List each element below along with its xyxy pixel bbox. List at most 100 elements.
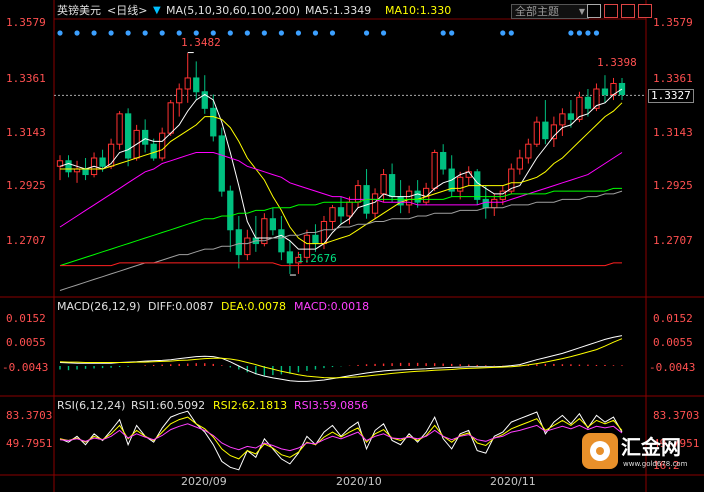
candle-body	[533, 121, 540, 145]
rsi3-label: RSI3:59.0856	[294, 399, 369, 412]
candle-body	[210, 107, 217, 137]
candle-body	[440, 151, 447, 170]
low-label: 1.2676	[297, 252, 337, 265]
ma-line-ma200	[60, 262, 622, 267]
candle-body	[388, 174, 396, 198]
candle-body	[176, 88, 183, 104]
candle-body	[150, 143, 157, 159]
signal-dot	[210, 30, 216, 36]
candle-body	[329, 207, 336, 222]
price-tick-left: 1.3361	[6, 72, 46, 85]
candle-body	[167, 102, 174, 134]
candle-body	[584, 96, 592, 109]
macd-tick-right: 0.0152	[653, 312, 693, 325]
signal-dot	[227, 30, 233, 36]
rsi-tick-right: 83.3703	[653, 409, 700, 422]
signal-dot	[449, 30, 455, 36]
signal-dot	[91, 30, 97, 36]
candle-body	[601, 88, 609, 96]
period-tab[interactable]: <日线>	[107, 5, 147, 17]
rsi-line-rsi2	[59, 416, 623, 460]
candle-body	[269, 218, 277, 231]
price-tick-right: 1.3579	[653, 16, 693, 29]
candle-body	[124, 113, 132, 159]
candle-body	[320, 220, 328, 245]
price-tick-right: 1.2707	[653, 234, 693, 247]
watermark-url: www.gold678.com	[623, 460, 688, 468]
candle-body	[346, 201, 353, 217]
macd-tick-right: -0.0043	[649, 361, 696, 374]
ma-line-ma5	[59, 88, 623, 250]
rsi-tick-left: 49.7951	[6, 437, 53, 450]
signal-dot	[500, 30, 506, 36]
signal-dot	[193, 30, 199, 36]
candle-body	[278, 229, 285, 253]
chevron-down-icon: ▼	[578, 7, 585, 16]
macd-tick-left: 0.0152	[6, 312, 46, 325]
theme-select-label: 全部主题	[515, 5, 559, 18]
macd-tick-left: 0.0055	[6, 336, 46, 349]
macd-dea-line	[59, 338, 623, 379]
candle-body	[82, 168, 89, 176]
current-price-badge: 1.3327	[648, 89, 694, 103]
signal-dot	[363, 30, 370, 36]
price-tick-right: 1.2925	[653, 179, 693, 192]
rsi1-label: RSI1:60.5092	[131, 399, 206, 412]
logo-icon	[582, 433, 618, 469]
macd-tick-left: -0.0043	[2, 361, 49, 374]
price-tick-right: 1.3361	[653, 72, 693, 85]
signal-dot	[568, 30, 574, 36]
candle-body	[457, 176, 464, 192]
price-tick-right: 1.3143	[653, 126, 693, 139]
macd-diff-label: DIFF:0.0087	[148, 300, 214, 313]
signal-dot	[57, 30, 63, 36]
candle-body	[482, 198, 489, 209]
candle-body	[491, 198, 498, 209]
price-tick-left: 1.3579	[6, 16, 46, 29]
candle-body	[193, 77, 200, 93]
signal-dot	[142, 30, 148, 36]
candle-body	[312, 234, 319, 245]
x-label: 2020/09	[181, 475, 227, 488]
rsi-tick-left: 83.3703	[6, 409, 53, 422]
signal-dot	[108, 30, 114, 36]
candle-body	[65, 160, 72, 173]
candle-body	[371, 193, 379, 214]
macd-value-label: MACD:0.0018	[294, 300, 370, 313]
rsi2-label: RSI2:62.1813	[213, 399, 288, 412]
chart-canvas	[0, 0, 704, 492]
macd-tick-right: 0.0055	[653, 336, 693, 349]
candle-body	[159, 132, 166, 159]
symbol-label: 英镑美元	[57, 4, 101, 17]
signal-dot	[576, 30, 583, 36]
candle-body	[414, 190, 421, 203]
macd-title: MACD(26,12,9)	[57, 300, 141, 313]
candle-body	[184, 77, 191, 90]
recent-high-label: 1.3398	[597, 56, 637, 69]
signal-dot	[440, 30, 446, 36]
candle-body	[567, 113, 575, 120]
signal-dot	[585, 30, 591, 36]
square-grid-icon[interactable]	[587, 4, 601, 18]
dropdown-icon[interactable]: ▼	[153, 5, 161, 17]
x-label: 2020/11	[490, 475, 536, 488]
candle-body	[227, 190, 234, 231]
macd-dea-label: DEA:0.0078	[221, 300, 286, 313]
candle-body	[516, 157, 523, 170]
multi-panel-icon[interactable]	[638, 4, 652, 18]
candle-body	[235, 229, 242, 256]
signal-dot	[176, 30, 182, 36]
x-label: 2020/10	[336, 475, 382, 488]
signal-dot	[125, 30, 131, 36]
theme-select[interactable]: 全部主题 ▼	[511, 4, 589, 19]
signal-dot	[380, 30, 387, 36]
signal-dot	[329, 30, 336, 36]
macd-diff-line	[59, 335, 623, 382]
signal-dot	[74, 30, 80, 36]
candle-body	[99, 157, 106, 167]
panel-icon[interactable]	[604, 4, 618, 18]
signal-dot	[278, 30, 284, 36]
signal-dot	[593, 30, 600, 36]
single-panel-icon[interactable]	[621, 4, 635, 18]
candle-body	[380, 174, 387, 195]
